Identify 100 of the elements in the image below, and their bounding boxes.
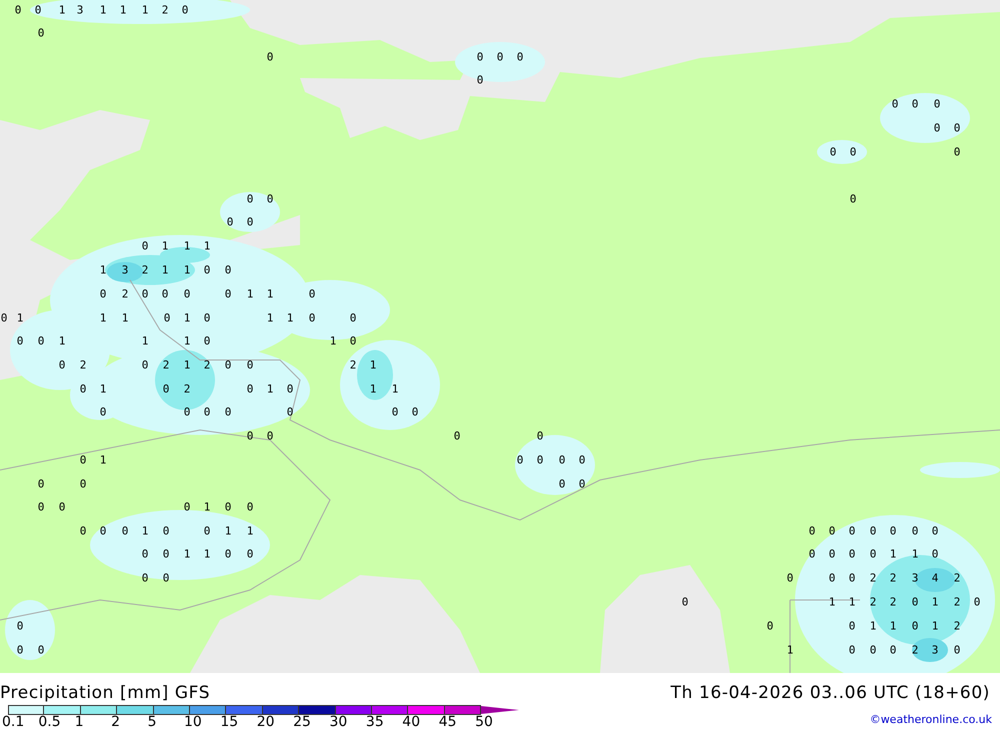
- map-value-label: 1: [100, 312, 106, 324]
- map-value-label: 0: [246, 430, 254, 442]
- map-value-label: 0: [246, 548, 254, 560]
- map-value-label: 0: [516, 454, 524, 466]
- map-value-label: 0: [476, 74, 484, 86]
- legend-label: 1: [74, 715, 84, 730]
- map-value-label: 1: [848, 596, 856, 608]
- map-value-label: 0: [142, 240, 148, 252]
- legend-label: 10: [184, 715, 202, 730]
- map-value-label: 0: [350, 336, 356, 346]
- map-value-label: 0: [786, 572, 794, 584]
- map-value-label: 0: [184, 502, 190, 512]
- map-value-label: 0: [100, 288, 106, 300]
- map-value-label: 1: [58, 4, 66, 16]
- map-value-label: 0: [392, 406, 398, 418]
- map-value-label: 0: [266, 52, 274, 62]
- map-value-label: 1: [912, 548, 918, 560]
- map-value-label: 0: [226, 216, 234, 228]
- map-value-label: 1: [266, 312, 274, 324]
- map-value-label: 0: [224, 502, 232, 512]
- map-value-label: 1: [204, 548, 210, 560]
- map-value-label: 0: [80, 384, 86, 394]
- map-value-label: 1: [370, 384, 376, 394]
- map-value-label: 1: [828, 596, 836, 608]
- map-value-label: 0: [142, 288, 148, 300]
- map-value-label: 0: [38, 502, 44, 512]
- map-value-label: 0: [828, 526, 836, 536]
- map-value-label: 0: [808, 548, 816, 560]
- legend-label: 35: [366, 715, 384, 730]
- map-value-label: 1: [286, 312, 294, 324]
- map-value-label: 0: [496, 52, 504, 62]
- map-value-label: 0: [100, 526, 106, 536]
- map-value-label: 0: [830, 146, 836, 158]
- map-value-label: 0: [182, 4, 188, 16]
- map-value-label: 1: [100, 384, 106, 394]
- map-value-label: 0: [38, 644, 44, 656]
- map-value-label: 2: [80, 360, 86, 370]
- map-value-label: 2: [184, 384, 190, 394]
- map-value-label: 0: [516, 52, 524, 62]
- map-value-label: 0: [204, 264, 210, 276]
- map-value-label: 0: [828, 548, 836, 560]
- map-value-label: 0: [682, 596, 688, 608]
- map-value-label: 1: [16, 312, 24, 324]
- map-value-label: 0: [766, 620, 774, 632]
- map-value-label: 0: [204, 526, 210, 536]
- map-value-label: 1: [184, 548, 190, 560]
- map-value-label: 0: [80, 454, 86, 466]
- map-value-label: 0: [162, 548, 170, 560]
- legend-label: 0.1: [2, 715, 24, 730]
- map-value-label: 0: [58, 360, 66, 370]
- map-value-label: 1: [204, 240, 210, 252]
- map-value-label: 3: [932, 644, 938, 656]
- map-value-label: 0: [246, 216, 254, 228]
- map-value-label: 0: [246, 360, 254, 370]
- map-value-label: 3: [122, 264, 128, 276]
- legend-label: 5: [148, 715, 156, 730]
- map-value-label: 0: [38, 336, 44, 346]
- map-value-label: 0: [286, 384, 294, 394]
- map-value-label: 0: [870, 644, 876, 656]
- map-value-label: 2: [870, 572, 876, 584]
- map-value-label: 1: [204, 502, 210, 512]
- map-value-label: 0: [934, 122, 940, 134]
- map-value-label: 0: [184, 288, 190, 300]
- map-value-label: 0: [808, 526, 816, 536]
- map-value-label: 0: [308, 312, 316, 324]
- map-value-label: 0: [142, 572, 148, 584]
- map-value-label: 0: [890, 644, 896, 656]
- map-value-label: 1: [142, 526, 148, 536]
- map-value-label: 0: [932, 548, 938, 560]
- map-value-label: 0: [16, 336, 24, 346]
- map-value-label: 0: [892, 98, 898, 110]
- map-value-label: 0: [246, 384, 254, 394]
- map-value-label: 2: [162, 360, 170, 370]
- map-value-label: 0: [848, 572, 856, 584]
- map-value-label: 2: [890, 596, 896, 608]
- map-value-label: 3: [912, 572, 918, 584]
- map-value-label: 1: [266, 288, 274, 300]
- map-value-label: 0: [142, 548, 148, 560]
- map-value-label: 2: [204, 360, 210, 370]
- map-value-label: 1: [162, 240, 168, 252]
- map-value-label: 0: [870, 548, 876, 560]
- legend-label: 30: [330, 715, 348, 730]
- map-value-label: 0: [224, 360, 232, 370]
- map-value-label: 0: [558, 478, 566, 490]
- credit-text: ©weatheronline.co.uk: [870, 713, 992, 726]
- map-value-label: 1: [266, 384, 274, 394]
- map-value-label: 1: [58, 336, 66, 346]
- map-value-label: 1: [224, 526, 232, 536]
- map-value-label: 0: [224, 548, 232, 560]
- map-value-label: 2: [912, 644, 918, 656]
- legend-label: 20: [256, 715, 275, 730]
- map-value-label: 0: [142, 360, 148, 370]
- map-value-label: 0: [16, 644, 24, 656]
- map-value-label: 2: [122, 288, 128, 300]
- map-value-label: 0: [934, 98, 940, 110]
- map-value-label: 1: [184, 264, 190, 276]
- map-value-label: 2: [142, 264, 148, 276]
- map-value-label: 1: [246, 288, 254, 300]
- map-value-label: 2: [350, 360, 356, 370]
- legend-label: 0.5: [38, 715, 61, 730]
